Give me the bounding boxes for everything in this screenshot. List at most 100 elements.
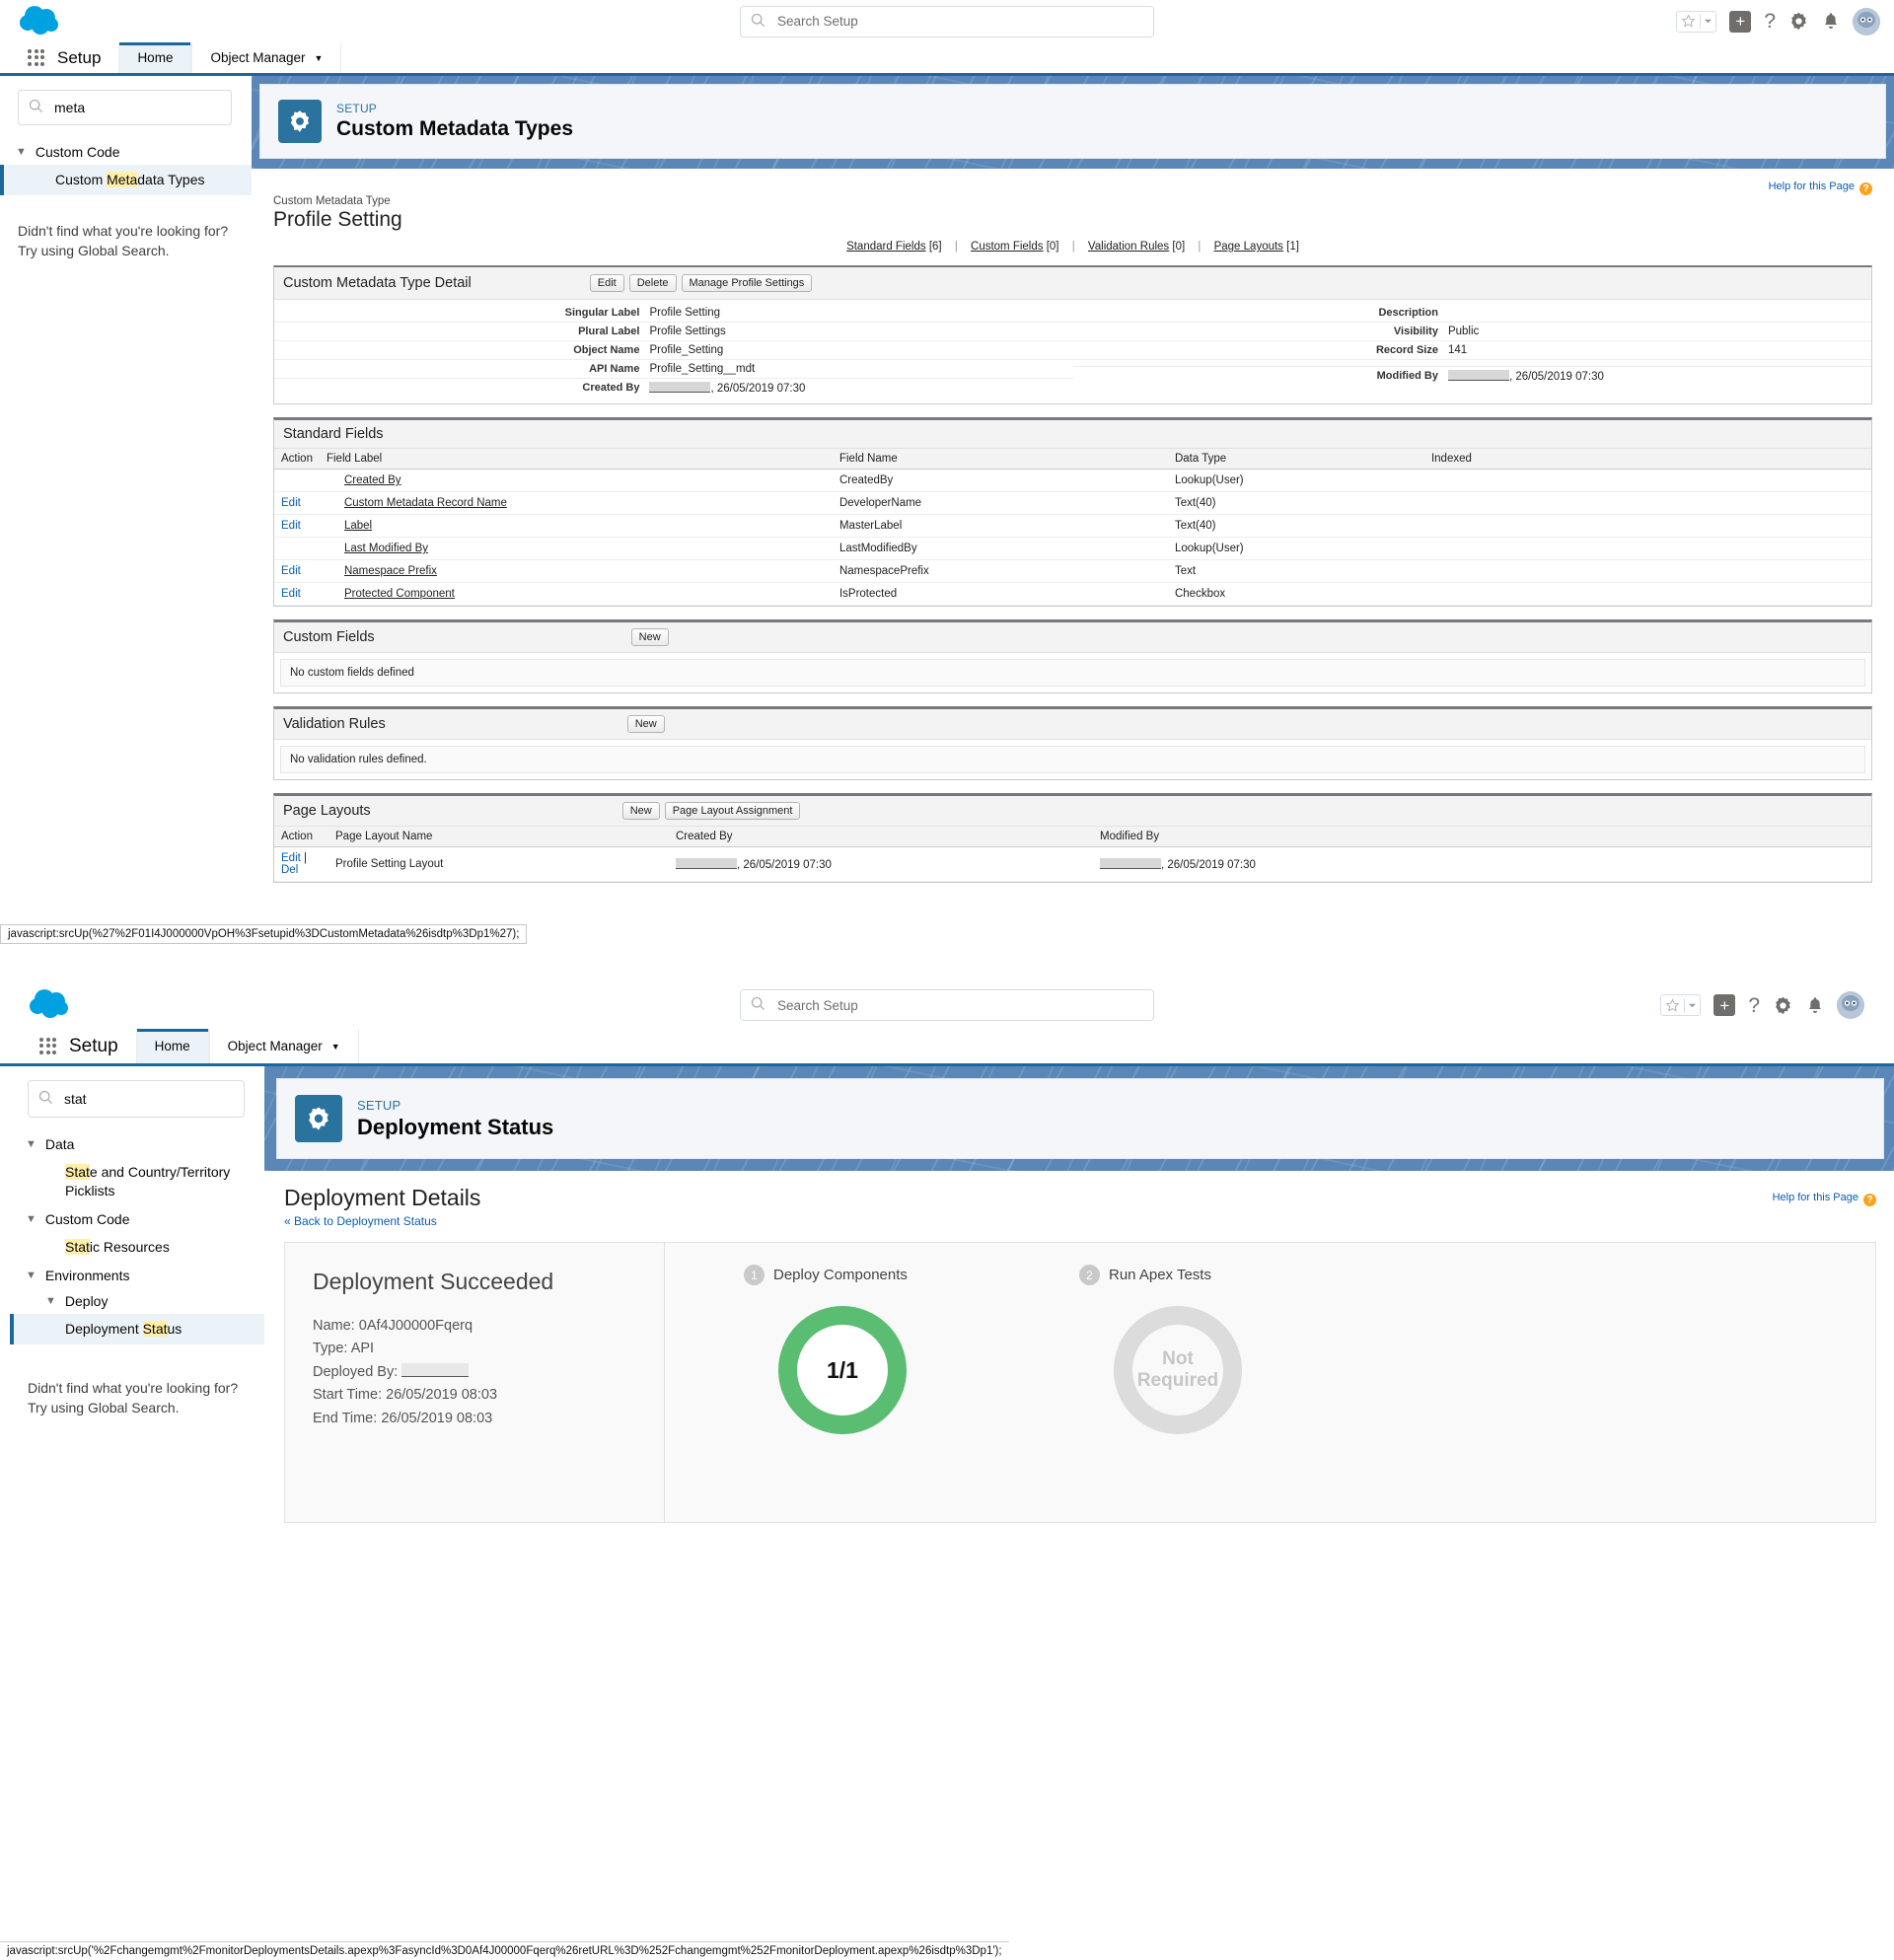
page-layout-assignment-button[interactable]: Page Layout Assignment [664, 802, 801, 820]
field-label-link[interactable]: Created By [344, 474, 401, 486]
col-modified-by: Modified By [1093, 827, 1871, 847]
tab-home-label-2: Home [154, 1039, 190, 1053]
cell-field-name: MasterLabel [832, 514, 1168, 538]
detail-field-value: Profile Settings [649, 326, 726, 337]
edit-link[interactable]: Edit [281, 588, 301, 600]
quick-find-input-2[interactable]: stat [28, 1080, 245, 1118]
edit-link[interactable]: Edit [281, 497, 301, 509]
favorites-star-icon[interactable] [1661, 997, 1686, 1013]
quick-link-custom-fields[interactable]: Custom Fields [971, 241, 1044, 253]
panel1-main: SETUP Custom Metadata Types Help for thi… [252, 76, 1894, 899]
page-layouts-table: Action Page Layout Name Created By Modif… [274, 827, 1871, 882]
help-for-this-page-link-1[interactable]: Help for this Page [1769, 181, 1855, 192]
classic-content-1: Help for this Page? Custom Metadata Type… [252, 169, 1894, 899]
help-icon[interactable]: ? [1764, 11, 1776, 32]
app-launcher-icon[interactable] [39, 1037, 57, 1055]
tab-object-manager-1[interactable]: Object Manager ▼ [191, 42, 342, 73]
sidebar-group-environments[interactable]: ▼ Environments [10, 1263, 264, 1288]
cell-field-label: Created By [319, 469, 833, 492]
help-row-1: Help for this Page? [273, 169, 1872, 195]
tab-object-manager-2[interactable]: Object Manager ▼ [208, 1029, 359, 1063]
setup-nav-bar-1: Setup Home Object Manager ▼ [0, 42, 1894, 76]
detail-field-row: API Name Profile_Setting__mdt [274, 360, 1073, 379]
edit-button[interactable]: Edit [589, 274, 624, 292]
field-label-link[interactable]: Label [344, 520, 372, 532]
sidebar-group-custom-code-2[interactable]: ▼ Custom Code [10, 1206, 264, 1232]
col-data-type: Data Type [1167, 449, 1424, 470]
help-for-this-page-link-2[interactable]: Help for this Page [1773, 1192, 1858, 1203]
detail-field-row-spacer [1072, 360, 1871, 367]
notifications-bell-icon[interactable] [1806, 996, 1824, 1015]
notifications-bell-icon[interactable] [1822, 12, 1840, 31]
new-validation-rule-button[interactable]: New [626, 715, 665, 733]
redacted-user-name [1100, 857, 1161, 869]
cell-data-type: Text(40) [1167, 491, 1424, 515]
new-custom-field-button[interactable]: New [630, 628, 669, 646]
favorites-control-1[interactable] [1676, 10, 1717, 33]
field-label-link[interactable]: Custom Metadata Record Name [344, 497, 507, 509]
help-icon[interactable]: ? [1748, 995, 1760, 1016]
tab-home-1[interactable]: Home [118, 42, 192, 73]
detail-action-buttons: Edit Delete Manage Profile Settings [589, 274, 813, 292]
cell-created-by: , 26/05/2019 07:30 [669, 846, 1093, 882]
sidebar-item-static-resources[interactable]: Static Resources [10, 1232, 264, 1263]
user-avatar[interactable] [1853, 7, 1880, 36]
quick-find-input-1[interactable]: meta [18, 90, 232, 125]
favorites-dropdown-icon[interactable] [1701, 17, 1715, 26]
tab-home-2[interactable]: Home [135, 1029, 209, 1063]
deployment-step-deploy-components: 1 Deploy Components 1/1 [744, 1265, 941, 1522]
del-link[interactable]: Del [281, 864, 298, 876]
quick-link-page-layouts[interactable]: Page Layouts [1214, 241, 1283, 253]
new-page-layout-button[interactable]: New [621, 802, 660, 820]
salesforce-cloud-logo[interactable] [24, 985, 79, 1025]
sidebar-item-deployment-status[interactable]: Deployment Status [10, 1313, 264, 1344]
delete-button[interactable]: Delete [628, 274, 677, 292]
chevron-down-icon: ▼ [16, 146, 27, 158]
setup-card-title-2: Deployment Status [357, 1114, 554, 1139]
setup-gear-icon[interactable] [1788, 11, 1809, 32]
chevron-down-icon: ▼ [26, 1212, 36, 1225]
field-label-link[interactable]: Last Modified By [344, 543, 428, 554]
add-icon[interactable]: + [1713, 994, 1736, 1016]
chevron-down-icon: ▼ [314, 52, 324, 63]
edit-link[interactable]: Edit [281, 565, 301, 577]
sidebar-item-state-and-country-picklists[interactable]: State and Country/Territory Picklists [10, 1157, 264, 1206]
global-search-input-2[interactable]: Search Setup [740, 989, 1154, 1021]
cell-page-layout-name: Profile Setting Layout [328, 846, 669, 882]
cell-data-type: Lookup(User) [1167, 469, 1424, 492]
sidebar-group-data[interactable]: ▼ Data [10, 1131, 264, 1157]
deployment-meta-deployed-by: Deployed By: [313, 1361, 636, 1384]
field-label-link[interactable]: Protected Component [344, 588, 455, 600]
quick-link-validation-rules[interactable]: Validation Rules [1088, 241, 1169, 253]
deployment-card: Deployment Succeeded Name: 0Af4J00000Fqe… [284, 1242, 1876, 1523]
back-to-deployment-status-link[interactable]: « Back to Deployment Status [284, 1214, 437, 1228]
field-label-link[interactable]: Namespace Prefix [344, 565, 437, 577]
favorites-star-icon[interactable] [1677, 14, 1702, 29]
quick-find-value-2: stat [64, 1091, 87, 1107]
sidebar-item-custom-metadata-types[interactable]: Custom Metadata Types [0, 165, 252, 195]
detail-right-column: Description Visibility Public Record Siz… [1072, 304, 1871, 398]
panel2-main: SETUP Deployment Status Help for this Pa… [264, 1066, 1894, 1539]
app-launcher-icon[interactable] [28, 48, 45, 67]
favorites-control-2[interactable] [1660, 994, 1702, 1016]
favorites-dropdown-icon[interactable] [1685, 1001, 1700, 1010]
setup-gear-icon[interactable] [1773, 995, 1793, 1016]
global-search-input-1[interactable]: Search Setup [740, 5, 1154, 37]
sidebar-subgroup-deploy[interactable]: ▼ Deploy [10, 1288, 264, 1314]
sidebar-group-custom-code[interactable]: ▼ Custom Code [0, 139, 252, 165]
edit-link[interactable]: Edit [281, 520, 301, 532]
edit-link[interactable]: Edit [281, 852, 301, 864]
deployment-meta-start-time: Start Time: 26/05/2019 08:03 [313, 1384, 636, 1407]
detail-field-row: Description [1072, 304, 1871, 323]
salesforce-cloud-logo[interactable] [14, 2, 69, 41]
col-action: Action [274, 827, 328, 847]
deployment-meta-start-time-label: Start Time: [313, 1387, 383, 1404]
add-icon[interactable]: + [1729, 10, 1752, 33]
sidebar-item-label-pre: Custom [55, 172, 108, 187]
deployment-meta-name: Name: 0Af4J00000Fqerq [313, 1315, 636, 1338]
deployment-meta-type-value: API [350, 1341, 375, 1357]
quick-link-standard-fields[interactable]: Standard Fields [846, 241, 926, 253]
setup-gear-icon [278, 100, 322, 143]
manage-profile-settings-button[interactable]: Manage Profile Settings [681, 274, 813, 292]
user-avatar[interactable] [1837, 991, 1864, 1019]
